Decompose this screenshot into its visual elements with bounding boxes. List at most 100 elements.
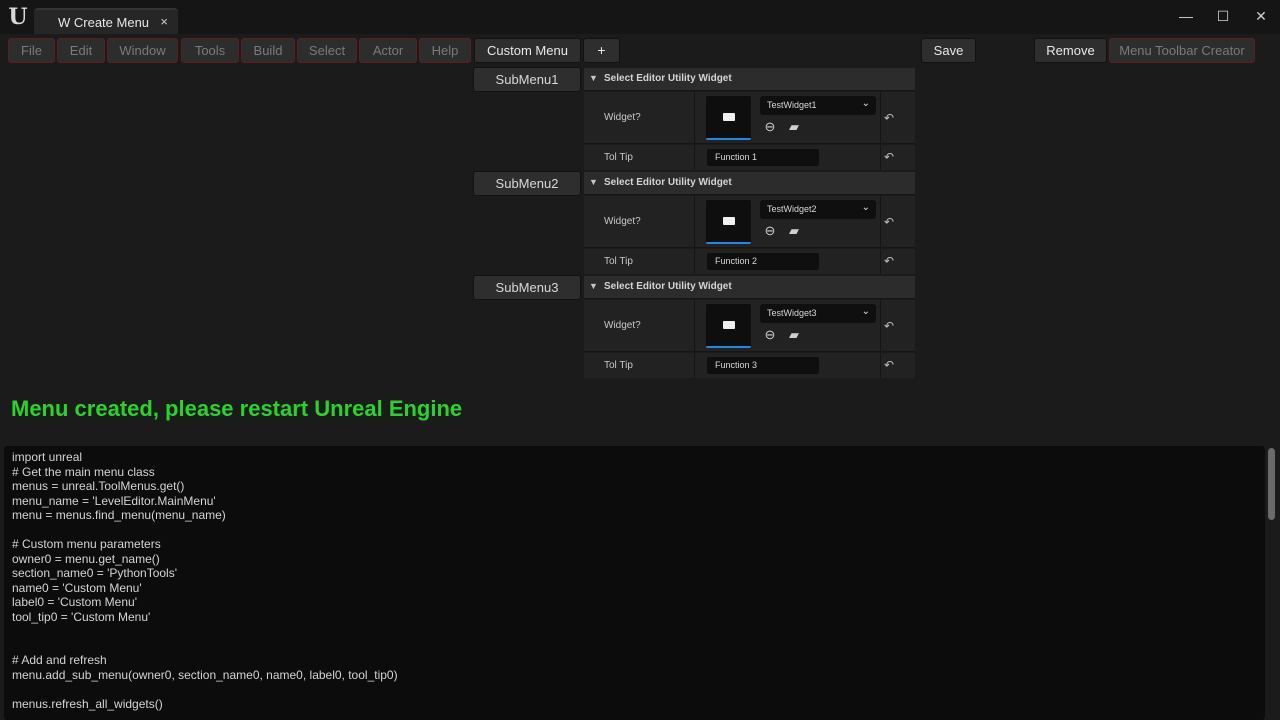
widget-label: Widget? — [604, 216, 641, 227]
chevron-down-icon: ⌄ — [861, 202, 870, 213]
tooltip-value: Function 1 — [715, 152, 758, 162]
reset-to-default-icon[interactable]: ↶ — [884, 150, 894, 164]
submenu1-button[interactable]: SubMenu1 — [473, 67, 581, 92]
tooltip-row: Tol Tip Function 3 ↶ — [584, 353, 915, 378]
code-line: import unreal — [12, 450, 83, 464]
widget-thumbnail[interactable] — [706, 200, 751, 244]
code-line: section_name0 = 'PythonTools' — [12, 566, 178, 580]
browse-folder-icon[interactable]: ▰ — [786, 327, 802, 343]
tooltip-value: Function 3 — [715, 360, 758, 370]
widget-selected-value: TestWidget2 — [767, 204, 817, 214]
widget-label: Widget? — [604, 320, 641, 331]
chevron-down-icon: ⌄ — [861, 306, 870, 317]
chevron-down-icon: ⌄ — [861, 98, 870, 109]
panel-header[interactable]: ▼ Select Editor Utility Widget — [584, 68, 915, 91]
widget-asset-icon — [723, 321, 735, 329]
python-code-textbox[interactable]: import unreal # Get the main menu class … — [4, 446, 1265, 720]
panel-header[interactable]: ▼ Select Editor Utility Widget — [584, 276, 915, 299]
code-line: name0 = 'Custom Menu' — [12, 580, 142, 595]
widget-thumbnail[interactable] — [706, 304, 751, 348]
add-button[interactable]: + — [583, 38, 620, 63]
tooltip-row: Tol Tip Function 1 ↶ — [584, 145, 915, 170]
panel-header-label: Select Editor Utility Widget — [604, 281, 732, 292]
use-selected-asset-icon[interactable]: ⊖ — [762, 327, 778, 343]
reset-to-default-icon[interactable]: ↶ — [884, 111, 894, 125]
menu-toolbar-creator-button[interactable]: Menu Toolbar Creator — [1109, 38, 1255, 63]
reset-to-default-icon[interactable]: ↶ — [884, 215, 894, 229]
close-window-icon[interactable]: ✕ — [1251, 6, 1271, 26]
use-selected-asset-icon[interactable]: ⊖ — [762, 119, 778, 135]
widget-select-dropdown[interactable]: TestWidget2 ⌄ — [760, 200, 876, 219]
menu-build[interactable]: Build — [241, 38, 295, 63]
code-line: owner0 = menu.get_name() — [12, 551, 160, 566]
menu-window[interactable]: Window — [107, 38, 178, 63]
widget-selected-value: TestWidget1 — [767, 100, 817, 110]
menu-help[interactable]: Help — [419, 38, 471, 63]
code-line: tool_tip0 = 'Custom Menu' — [12, 609, 151, 624]
tooltip-row: Tol Tip Function 2 ↶ — [584, 249, 915, 274]
submenu1-details-panel: ▼ Select Editor Utility Widget Widget? T… — [584, 68, 915, 172]
submenu3-button[interactable]: SubMenu3 — [473, 275, 581, 300]
widget-selected-value: TestWidget3 — [767, 308, 817, 318]
tooltip-input[interactable]: Function 1 — [707, 149, 819, 166]
use-selected-asset-icon[interactable]: ⊖ — [762, 223, 778, 239]
widget-thumbnail[interactable] — [706, 96, 751, 140]
code-line: # Custom menu parameters — [12, 537, 161, 551]
widget-row: Widget? TestWidget3 ⌄ ⊖ ▰ ↶ — [584, 300, 915, 352]
tooltip-label: Tol Tip — [604, 256, 633, 267]
menu-select[interactable]: Select — [297, 38, 357, 63]
reset-to-default-icon[interactable]: ↶ — [884, 254, 894, 268]
collapse-caret-icon[interactable]: ▼ — [589, 281, 598, 291]
code-line: menu_name = 'LevelEditor.MainMenu' — [12, 493, 216, 508]
code-line: menus.refresh_all_widgets() — [12, 696, 163, 711]
submenu2-button[interactable]: SubMenu2 — [473, 171, 581, 196]
save-button[interactable]: Save — [921, 38, 976, 63]
widget-label: Widget? — [604, 112, 641, 123]
menu-tools[interactable]: Tools — [181, 38, 239, 63]
widget-row: Widget? TestWidget2 ⌄ ⊖ ▰ ↶ — [584, 196, 915, 248]
panel-header-label: Select Editor Utility Widget — [604, 177, 732, 188]
menu-bar: File Edit Window Tools Build Select Acto… — [0, 34, 1280, 68]
reset-to-default-icon[interactable]: ↶ — [884, 358, 894, 372]
reset-to-default-icon[interactable]: ↶ — [884, 319, 894, 333]
scrollbar-thumb[interactable] — [1268, 448, 1275, 520]
submenu2-details-panel: ▼ Select Editor Utility Widget Widget? T… — [584, 172, 915, 276]
document-tab[interactable]: W Create Menu × — [34, 8, 178, 34]
code-line: # Get the main menu class — [12, 464, 155, 479]
status-message: Menu created, please restart Unreal Engi… — [11, 396, 463, 421]
panel-header[interactable]: ▼ Select Editor Utility Widget — [584, 172, 915, 195]
collapse-caret-icon[interactable]: ▼ — [589, 177, 598, 187]
close-tab-icon[interactable]: × — [160, 14, 168, 29]
widget-asset-icon — [723, 113, 735, 121]
title-bar: U W Create Menu × — ☐ ✕ — [0, 0, 1280, 34]
submenu3-details-panel: ▼ Select Editor Utility Widget Widget? T… — [584, 276, 915, 380]
code-line: menus = unreal.ToolMenus.get() — [12, 479, 185, 493]
tooltip-label: Tol Tip — [604, 152, 633, 163]
widget-row: Widget? TestWidget1 ⌄ ⊖ ▰ ↶ — [584, 92, 915, 144]
collapse-caret-icon[interactable]: ▼ — [589, 73, 598, 83]
code-line: menu.add_sub_menu(owner0, section_name0,… — [12, 667, 398, 682]
minimize-icon[interactable]: — — [1176, 6, 1196, 26]
maximize-icon[interactable]: ☐ — [1213, 6, 1233, 26]
menu-file[interactable]: File — [8, 38, 55, 63]
widget-select-dropdown[interactable]: TestWidget1 ⌄ — [760, 96, 876, 115]
menu-actor[interactable]: Actor — [359, 38, 417, 63]
tooltip-input[interactable]: Function 3 — [707, 357, 819, 374]
widget-asset-icon — [723, 217, 735, 225]
tooltip-value: Function 2 — [715, 256, 758, 266]
tab-title: W Create Menu — [58, 15, 150, 30]
tooltip-label: Tol Tip — [604, 360, 633, 371]
remove-button[interactable]: Remove — [1034, 38, 1107, 63]
widget-select-dropdown[interactable]: TestWidget3 ⌄ — [760, 304, 876, 323]
tooltip-input[interactable]: Function 2 — [707, 253, 819, 270]
unreal-logo-icon: U — [8, 4, 28, 30]
browse-folder-icon[interactable]: ▰ — [786, 119, 802, 135]
custom-menu-button[interactable]: Custom Menu — [474, 38, 581, 63]
code-line: # Add and refresh — [12, 653, 107, 667]
browse-folder-icon[interactable]: ▰ — [786, 223, 802, 239]
code-scrollbar[interactable] — [1266, 446, 1278, 720]
code-line: label0 = 'Custom Menu' — [12, 595, 137, 609]
code-line: menu = menus.find_menu(menu_name) — [12, 508, 226, 522]
panel-header-label: Select Editor Utility Widget — [604, 73, 732, 84]
menu-edit[interactable]: Edit — [57, 38, 105, 63]
